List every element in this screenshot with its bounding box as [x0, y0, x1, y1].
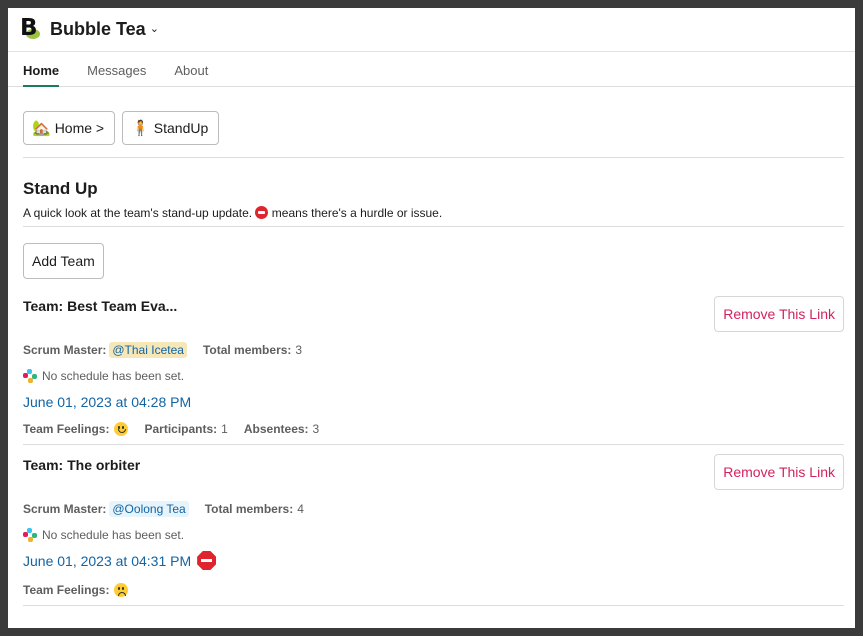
team-meta: Scrum Master: @Oolong Tea Total members:…: [23, 501, 304, 517]
absentees-value: 3: [312, 422, 320, 436]
participants-label: Participants:: [144, 422, 218, 436]
person-standing-icon: 🧍: [131, 120, 150, 137]
description-text-end: means there's a hurdle or issue.: [271, 206, 443, 220]
scrum-master-mention[interactable]: @Thai Icetea: [109, 342, 187, 358]
app-header: B Bubble Tea ⌄: [8, 8, 855, 52]
standup-date-link[interactable]: June 01, 2023 at 04:31 PM: [23, 553, 191, 569]
remove-link-button[interactable]: Remove This Link: [714, 296, 844, 332]
team-feelings-label: Team Feelings:: [23, 422, 110, 436]
chevron-down-icon[interactable]: ⌄: [150, 22, 159, 35]
tab-home[interactable]: Home: [23, 52, 60, 87]
team-name: Team: Best Team Eva...: [23, 298, 178, 314]
breadcrumb-standup-button[interactable]: 🧍 StandUp: [122, 111, 220, 145]
app-title[interactable]: Bubble Tea: [50, 19, 146, 40]
team-card: Team: The orbiter Remove This Link Scrum…: [23, 445, 844, 606]
team-meta: Scrum Master: @Thai Icetea Total members…: [23, 342, 302, 358]
slack-icon: [23, 528, 37, 542]
slack-icon: [23, 369, 37, 383]
schedule-text: No schedule has been set.: [42, 528, 185, 542]
team-name: Team: The orbiter: [23, 457, 141, 473]
standup-date-row: June 01, 2023 at 04:31 PM: [23, 551, 217, 570]
breadcrumb-home-button[interactable]: 🏡 Home >: [23, 111, 116, 145]
total-members-value: 4: [297, 502, 304, 516]
remove-link-button[interactable]: Remove This Link: [714, 454, 844, 490]
stop-sign-icon: [255, 206, 269, 219]
stop-sign-icon: [197, 551, 217, 570]
team-feelings-row: Team Feelings: Participants: 1 Absentees…: [23, 422, 319, 436]
breadcrumb-home-label: Home >: [54, 120, 105, 136]
total-members-value: 3: [295, 343, 303, 357]
house-icon: 🏡: [32, 120, 51, 137]
add-team-button[interactable]: Add Team: [23, 243, 104, 279]
scrum-master-label: Scrum Master:: [23, 502, 107, 516]
scrum-master-label: Scrum Master:: [23, 343, 107, 357]
page-description: A quick look at the team's stand-up upda…: [23, 206, 844, 227]
tab-messages[interactable]: Messages: [87, 52, 146, 87]
tab-about[interactable]: About: [174, 52, 208, 87]
app-window: B Bubble Tea ⌄ Home Messages About 🏡 Hom…: [8, 8, 855, 628]
participants-value: 1: [221, 422, 228, 436]
app-logo: B: [18, 15, 42, 43]
breadcrumb: 🏡 Home > 🧍 StandUp: [23, 87, 844, 158]
schedule-text: No schedule has been set.: [42, 369, 185, 383]
absentees-label: Absentees:: [243, 422, 309, 436]
schedule-status: No schedule has been set.: [23, 528, 184, 542]
schedule-status: No schedule has been set.: [23, 369, 184, 383]
tab-bar: Home Messages About: [8, 52, 855, 87]
happy-face-icon: [114, 422, 129, 436]
standup-date-link[interactable]: June 01, 2023 at 04:28 PM: [23, 394, 191, 410]
description-text: A quick look at the team's stand-up upda…: [23, 206, 253, 220]
scrum-master-mention[interactable]: @Oolong Tea: [109, 501, 189, 517]
team-card: Team: Best Team Eva... Remove This Link …: [23, 291, 844, 445]
team-feelings-label: Team Feelings:: [23, 583, 110, 597]
team-feelings-row: Team Feelings:: [23, 583, 129, 597]
page-title: Stand Up: [23, 179, 98, 198]
worried-face-icon: [114, 583, 129, 597]
breadcrumb-standup-label: StandUp: [153, 120, 209, 136]
total-members-label: Total members:: [202, 343, 292, 357]
total-members-label: Total members:: [204, 502, 294, 516]
